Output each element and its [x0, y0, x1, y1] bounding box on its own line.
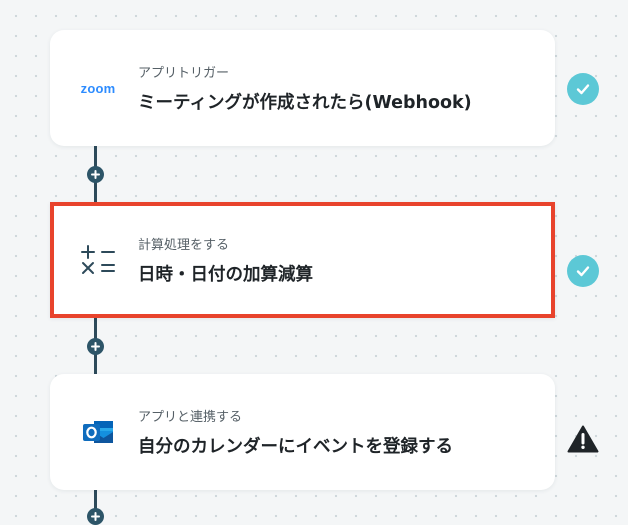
card-text: アプリと連携する 自分のカレンダーにイベントを登録する: [138, 374, 453, 490]
check-circle-icon: [576, 84, 590, 95]
add-step-button[interactable]: [87, 166, 104, 183]
flow-step-card-calculation[interactable]: 計算処理をする 日時・日付の加算減算: [50, 202, 555, 318]
add-step-button[interactable]: [87, 338, 104, 355]
step-title: ミーティングが作成されたら(Webhook): [138, 93, 472, 113]
outlook-icon: [78, 374, 118, 490]
step-subtitle: アプリと連携する: [138, 410, 243, 425]
step-status-complete: [567, 73, 599, 105]
card-text: 計算処理をする 日時・日付の加算減算: [138, 206, 313, 314]
plus-icon: [91, 512, 100, 521]
zoom-logo-icon: zoom: [78, 30, 118, 146]
add-step-button[interactable]: [87, 508, 104, 525]
plus-icon: [91, 170, 100, 179]
zoom-logo-text: zoom: [80, 80, 116, 96]
step-subtitle: アプリトリガー: [138, 66, 230, 81]
warning-triangle-icon: [567, 425, 599, 453]
card-text: アプリトリガー ミーティングが作成されたら(Webhook): [138, 30, 472, 146]
check-circle-icon: [576, 266, 590, 277]
step-subtitle: 計算処理をする: [138, 238, 230, 253]
step-status-complete: [567, 255, 599, 287]
step-title: 日時・日付の加算減算: [138, 265, 313, 285]
flow-step-card-trigger[interactable]: zoom アプリトリガー ミーティングが作成されたら(Webhook): [50, 30, 555, 146]
plus-icon: [91, 342, 100, 351]
step-title: 自分のカレンダーにイベントを登録する: [138, 437, 453, 457]
calculator-operators-icon: [78, 206, 118, 314]
step-status-warning: [567, 423, 599, 455]
flow-step-card-app-action[interactable]: アプリと連携する 自分のカレンダーにイベントを登録する: [50, 374, 555, 490]
